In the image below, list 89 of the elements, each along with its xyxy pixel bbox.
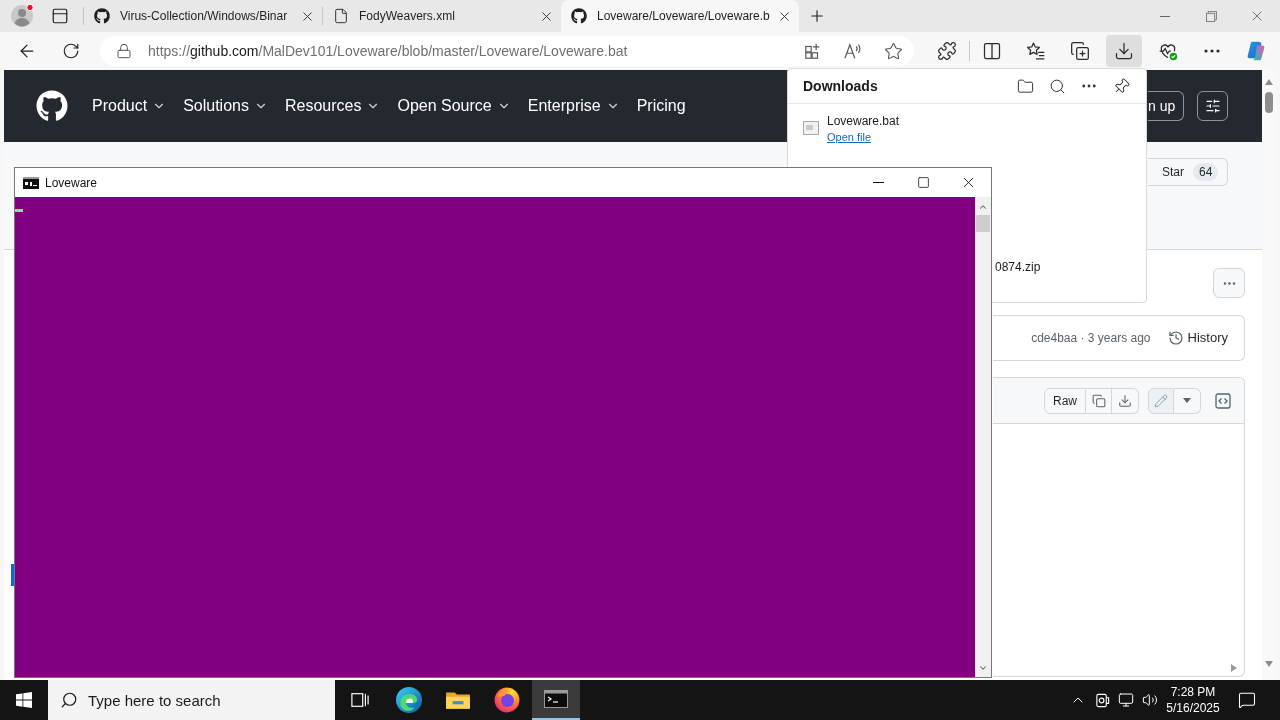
task-view-icon [351, 691, 369, 709]
download-icon [1118, 393, 1132, 408]
console-scrollbar[interactable] [975, 197, 991, 677]
download-icon [1114, 41, 1134, 61]
sign-up-button[interactable]: n up [1148, 91, 1184, 121]
scroll-down-icon[interactable] [1265, 661, 1273, 667]
nav-link[interactable]: Pricing [636, 94, 686, 118]
network-icon [1118, 692, 1134, 708]
code-icon [1215, 392, 1231, 409]
star-icon [883, 41, 903, 61]
side-marker [11, 564, 14, 586]
panel-title: Downloads [803, 76, 878, 96]
raw-button[interactable]: Raw [1044, 387, 1086, 414]
nav-menu-button[interactable]: Product [92, 94, 167, 118]
minimize-icon [873, 182, 884, 183]
scroll-down-icon[interactable] [978, 663, 988, 673]
window-title: Loveware [45, 174, 98, 192]
plus-icon [808, 7, 826, 25]
notifications-icon [1238, 691, 1256, 709]
edit-options-button[interactable] [1174, 387, 1201, 414]
copy-icon [1091, 393, 1106, 408]
text-cursor-icon [15, 209, 23, 212]
star-button[interactable]: Star 64 [1148, 158, 1228, 186]
open-file-link[interactable]: Open file [827, 131, 872, 144]
search-field[interactable]: Type here to search [48, 680, 335, 720]
console-icon [544, 689, 568, 709]
address-bar[interactable]: https://github.com/MalDev101/Loveware/blob/master/Loveware/Loveware.bat [100, 36, 914, 66]
lock-icon [116, 43, 132, 59]
download-button[interactable] [1112, 387, 1139, 414]
scroll-up-icon[interactable] [1265, 79, 1273, 85]
nav-menu-button[interactable]: Solutions [183, 94, 268, 118]
globe-logo-icon [494, 687, 520, 713]
scroll-up-icon[interactable] [978, 202, 988, 212]
downloads-button[interactable] [1106, 35, 1142, 67]
refresh-icon [62, 42, 80, 60]
file-icon [333, 8, 349, 24]
browser-tab[interactable]: Loveware/Loveware/Loveware.b [561, 0, 799, 32]
extensions-icon [937, 41, 957, 61]
minimize-icon [1160, 15, 1170, 17]
sliders-icon [1204, 98, 1221, 114]
heart-pulse-icon [1158, 41, 1178, 61]
device-icon [1094, 692, 1110, 708]
nav-menu-button[interactable]: Enterprise [527, 94, 620, 118]
browser-logo-icon [396, 687, 422, 713]
volume-icon [1142, 692, 1158, 708]
history-button[interactable]: History [1167, 328, 1228, 348]
file-name[interactable]: Loveware.bat [827, 113, 900, 129]
nav-menu-button[interactable]: Open Source [397, 94, 511, 118]
octocat-icon[interactable] [36, 90, 68, 122]
search-icon [1048, 77, 1066, 95]
settings-button[interactable] [1197, 91, 1228, 121]
collections-icon [1070, 41, 1090, 61]
folder-icon [445, 689, 471, 711]
scroll-right-icon[interactable] [1231, 664, 1237, 672]
logo-icon [1245, 40, 1267, 62]
clock-button[interactable]: 7:28 PM 5/16/2025 [1162, 680, 1224, 720]
more-icon [1204, 49, 1220, 53]
search-icon [60, 691, 78, 709]
browser-tab[interactable]: FodyWeavers.xml [323, 0, 561, 32]
more-icon [1082, 84, 1096, 88]
read-aloud-icon [843, 42, 863, 60]
tab-actions-icon [51, 7, 69, 25]
octocat-icon [571, 8, 587, 24]
windows-logo-icon [16, 692, 32, 708]
scrollbar-thumb[interactable] [1265, 92, 1273, 113]
maximize-icon [917, 176, 930, 189]
avatar-icon [10, 4, 34, 28]
favorites-icon [1026, 41, 1046, 61]
more-icon [1222, 281, 1236, 285]
file-name[interactable]: 0874.zip [995, 260, 1041, 275]
pencil-icon [1154, 393, 1168, 408]
app-grid-icon [804, 42, 822, 60]
file-icon [803, 121, 819, 135]
star-count: 64 [1193, 163, 1219, 181]
url-text: https://github.com/MalDev101/Loveware/blob/master/Loveware/Loveware.bat [148, 41, 629, 61]
split-screen-icon [982, 41, 1002, 61]
history-icon [1167, 330, 1184, 346]
octocat-icon [94, 8, 110, 24]
nav-menu-button[interactable]: Resources [284, 94, 381, 118]
commit-info[interactable]: cde4baa · 3 years ago [1031, 329, 1151, 347]
caret-icon [1183, 398, 1191, 403]
browser-tab[interactable]: Virus-Collection/Windows/Binar [84, 0, 322, 32]
taskbar-app-button[interactable] [532, 680, 580, 720]
folder-icon [1016, 77, 1034, 95]
scrollbar-thumb[interactable] [976, 215, 990, 232]
restore-icon [1205, 10, 1217, 22]
copy-button[interactable] [1086, 387, 1112, 414]
profile-button[interactable] [10, 4, 34, 28]
console-icon [23, 176, 39, 189]
